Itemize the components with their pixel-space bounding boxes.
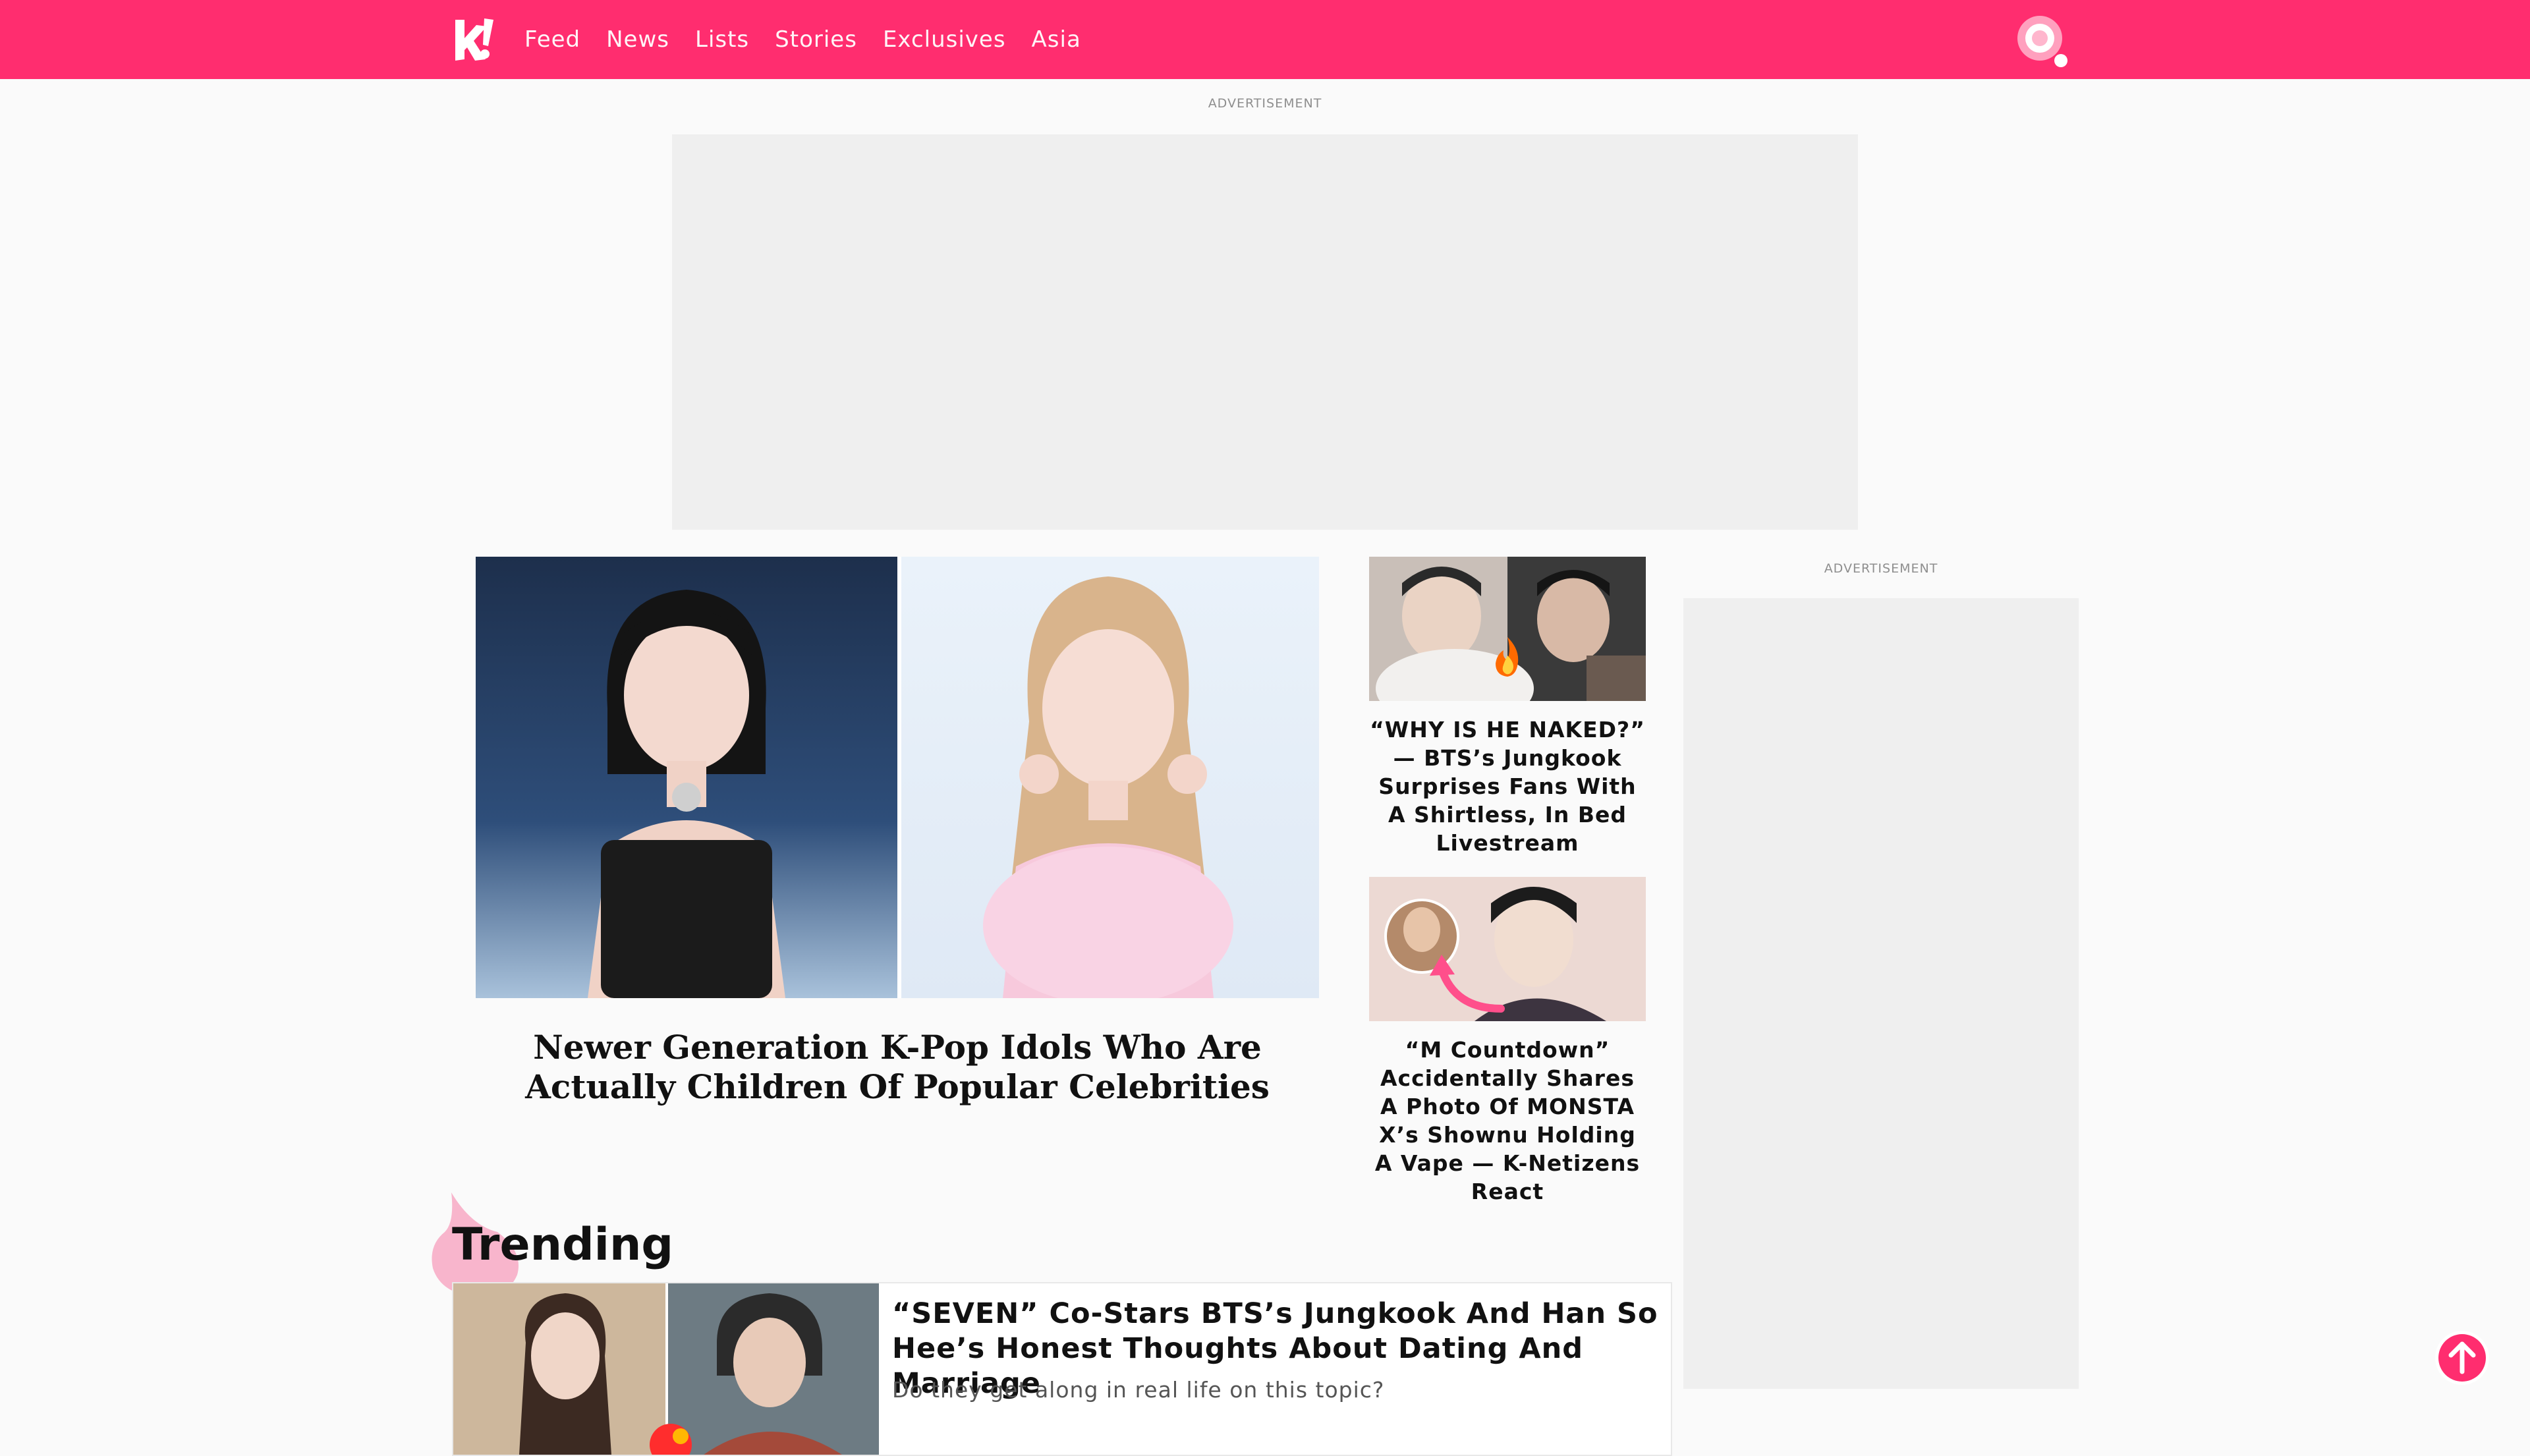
pink-arrow-icon — [1430, 955, 1505, 1013]
hero-article-image[interactable] — [476, 557, 1319, 998]
top-navigation-bar: Feed News Lists Stories Exclusives Asia — [0, 0, 2530, 79]
side-article-card[interactable]: “M Countdown” Accidentally Shares A Phot… — [1369, 877, 1646, 1206]
nav-feed[interactable]: Feed — [524, 26, 580, 53]
side-article-title[interactable]: “WHY IS HE NAKED?” — BTS’s Jungkook Surp… — [1369, 715, 1646, 857]
fire-emoji-icon — [1496, 637, 1519, 677]
koreaboo-logo-icon[interactable] — [450, 16, 496, 65]
trending-article-card[interactable]: “SEVEN” Co-Stars BTS’s Jungkook And Han … — [452, 1282, 1672, 1456]
arrow-up-icon[interactable] — [2434, 1330, 2490, 1386]
trending-article-subtitle: Do they get along in real life on this t… — [892, 1377, 1385, 1403]
nav-lists[interactable]: Lists — [695, 26, 749, 53]
jungkook-han-so-hee-photo — [453, 1283, 879, 1455]
side-article-thumbnail[interactable] — [1369, 557, 1646, 701]
side-article-title[interactable]: “M Countdown” Accidentally Shares A Phot… — [1369, 1036, 1646, 1206]
jungkook-livestream-photo — [1369, 557, 1646, 701]
nav-news[interactable]: News — [606, 26, 669, 53]
shownu-photo — [1369, 877, 1646, 1021]
nav-stories[interactable]: Stories — [775, 26, 857, 53]
top-ad-label: ADVERTISEMENT — [1208, 96, 1322, 111]
trending-heading: Trending — [452, 1219, 674, 1271]
side-ad-label: ADVERTISEMENT — [1824, 561, 1938, 576]
side-ad-slot[interactable] — [1683, 598, 2079, 1389]
trending-article-thumbnail[interactable] — [453, 1283, 879, 1455]
nav-exclusives[interactable]: Exclusives — [883, 26, 1006, 53]
hero-article-title[interactable]: Newer Generation K-Pop Idols Who Are Act… — [476, 1028, 1319, 1107]
nav-asia[interactable]: Asia — [1032, 26, 1081, 53]
top-ad-slot[interactable] — [672, 134, 1858, 530]
search-icon[interactable] — [2013, 12, 2073, 71]
side-article-card[interactable]: “WHY IS HE NAKED?” — BTS’s Jungkook Surp… — [1369, 557, 1646, 857]
side-article-thumbnail[interactable] — [1369, 877, 1646, 1021]
main-nav: Feed News Lists Stories Exclusives Asia — [524, 0, 1107, 79]
hero-photo-collage — [476, 557, 1319, 998]
